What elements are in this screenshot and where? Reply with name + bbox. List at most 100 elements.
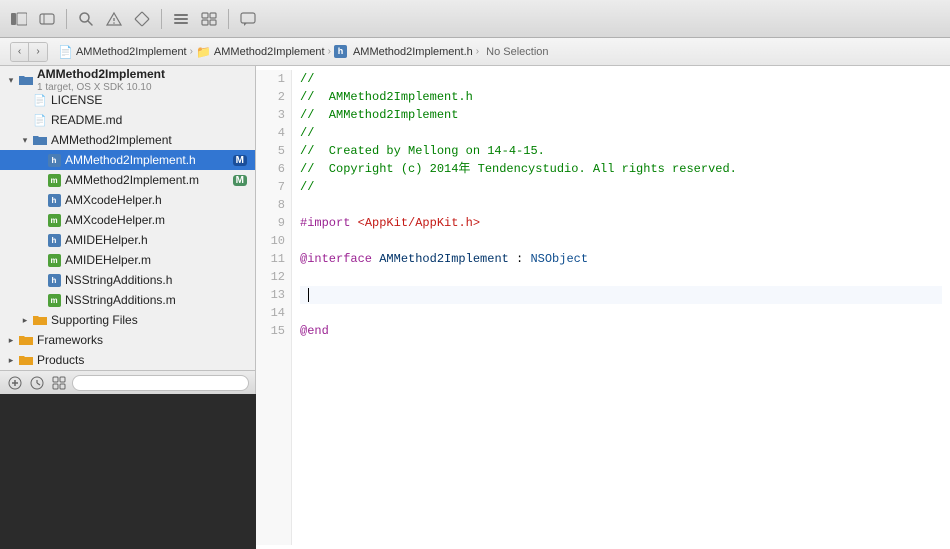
- AMMethod2Implement-h-icon: h: [46, 152, 62, 168]
- code-line-1: //: [300, 70, 942, 88]
- Products-icon: [18, 352, 34, 368]
- sidebar-search-input[interactable]: [72, 375, 249, 391]
- Frameworks-arrow: [4, 333, 18, 347]
- sidebar-item-AMIDEHelper-h[interactable]: h AMIDEHelper.h: [0, 230, 255, 250]
- project-navigator: AMMethod2Implement 1 target, OS X SDK 10…: [0, 66, 256, 370]
- find-button[interactable]: [75, 8, 97, 30]
- toolbar-separator-3: [228, 9, 229, 29]
- breadcrumb-item-root[interactable]: 📄 AMMethod2Implement: [58, 45, 187, 59]
- breadcrumb-group-label: AMMethod2Implement: [214, 46, 325, 58]
- main-area: AMMethod2Implement 1 target, OS X SDK 10…: [0, 66, 950, 549]
- NSStringAdditions-h-icon: h: [46, 272, 62, 288]
- breadcrumb-file-label: AMMethod2Implement.h: [353, 46, 473, 58]
- toolbar-separator-2: [161, 9, 162, 29]
- sidebar-item-AMMethod2Implement-m[interactable]: m AMMethod2Implement.m M: [0, 170, 255, 190]
- sidebar-grid-button[interactable]: [50, 374, 68, 392]
- breadcrumb-back-button[interactable]: ‹: [11, 43, 29, 61]
- sidebar-item-NSStringAdditions-m[interactable]: m NSStringAdditions.m: [0, 290, 255, 310]
- code-editor[interactable]: 1 2 3 4 5 6 7 8 9 10 11 12 13 14 15 // /…: [256, 66, 950, 549]
- AMMethod2Implement-m-arrow: [32, 173, 46, 187]
- breadcrumb-sep-3: ›: [476, 46, 479, 57]
- breadcrumb-no-selection: No Selection: [486, 46, 548, 58]
- sidebar-item-SupportingFiles[interactable]: Supporting Files: [0, 310, 255, 330]
- code-content[interactable]: // // AMMethod2Implement.h // AMMethod2I…: [292, 70, 950, 545]
- AMXcodeHelper-m-label: AMXcodeHelper.m: [65, 213, 247, 227]
- Products-arrow: [4, 353, 18, 367]
- sidebar-item-group[interactable]: AMMethod2Implement: [0, 130, 255, 150]
- breadcrumb-bar: ‹ › 📄 AMMethod2Implement › 📁 AMMethod2Im…: [0, 38, 950, 66]
- sidebar-item-Frameworks[interactable]: Frameworks: [0, 330, 255, 350]
- hide-navigator-button[interactable]: [8, 8, 30, 30]
- line-numbers: 1 2 3 4 5 6 7 8 9 10 11 12 13 14 15: [256, 70, 292, 545]
- Frameworks-icon: [18, 332, 34, 348]
- toolbar-separator-1: [66, 9, 67, 29]
- group-arrow: [18, 133, 32, 147]
- line-num-10: 10: [260, 232, 285, 250]
- sidebar-item-NSStringAdditions-h[interactable]: h NSStringAdditions.h: [0, 270, 255, 290]
- root-arrow: [4, 73, 18, 87]
- sidebar-add-button[interactable]: [6, 374, 24, 392]
- shape-button[interactable]: [198, 8, 220, 30]
- sidebar-item-Products[interactable]: Products: [0, 350, 255, 370]
- sidebar-root-item[interactable]: AMMethod2Implement 1 target, OS X SDK 10…: [0, 70, 255, 90]
- build-button[interactable]: [131, 8, 153, 30]
- code-area: 1 2 3 4 5 6 7 8 9 10 11 12 13 14 15 // /…: [256, 66, 950, 549]
- AMIDEHelper-m-icon: m: [46, 252, 62, 268]
- LICENSE-label: LICENSE: [51, 93, 247, 107]
- sidebar-root-label: AMMethod2Implement: [37, 67, 247, 81]
- code-line-9: #import <AppKit/AppKit.h>: [300, 214, 942, 232]
- README-arrow: [18, 113, 32, 127]
- Products-label: Products: [37, 353, 247, 367]
- sidebar-item-AMXcodeHelper-h[interactable]: h AMXcodeHelper.h: [0, 190, 255, 210]
- comment-button[interactable]: [237, 8, 259, 30]
- toolbar: [0, 0, 950, 38]
- NSStringAdditions-m-label: NSStringAdditions.m: [65, 293, 247, 307]
- list-view-button[interactable]: [170, 8, 192, 30]
- code-line-10: [300, 232, 942, 250]
- breadcrumb-h-badge: h: [334, 45, 347, 58]
- code-line-6: // Copyright (c) 2014年 Tendencystudio. A…: [300, 160, 942, 178]
- breadcrumb-sep-2: ›: [328, 46, 331, 57]
- line-num-11: 11: [260, 250, 285, 268]
- line-num-15: 15: [260, 322, 285, 340]
- line-num-7: 7: [260, 178, 285, 196]
- sidebar-item-AMXcodeHelper-m[interactable]: m AMXcodeHelper.m: [0, 210, 255, 230]
- code-line-15: @end: [300, 322, 942, 340]
- AMXcodeHelper-m-icon: m: [46, 212, 62, 228]
- breadcrumb-path: 📄 AMMethod2Implement › 📁 AMMethod2Implem…: [58, 45, 549, 59]
- toggle-breakpoint-button[interactable]: [36, 8, 58, 30]
- AMMethod2Implement-m-badge: M: [233, 175, 247, 186]
- SupportingFiles-arrow: [18, 313, 32, 327]
- line-num-5: 5: [260, 142, 285, 160]
- README-icon: 📄: [32, 112, 48, 128]
- sidebar-item-AMMethod2Implement-h[interactable]: h AMMethod2Implement.h M: [0, 150, 255, 170]
- breadcrumb-forward-button[interactable]: ›: [29, 43, 47, 61]
- NSStringAdditions-h-label: NSStringAdditions.h: [65, 273, 247, 287]
- code-line-14: [300, 304, 942, 322]
- code-line-13: [300, 286, 942, 304]
- sidebar-item-README[interactable]: 📄 README.md: [0, 110, 255, 130]
- breadcrumb-root-label: AMMethod2Implement: [76, 46, 187, 58]
- sidebar-root-sublabel: 1 target, OS X SDK 10.10: [37, 82, 247, 93]
- breadcrumb-item-group[interactable]: 📁 AMMethod2Implement: [196, 45, 325, 59]
- code-line-11: @interface AMMethod2Implement : NSObject: [300, 250, 942, 268]
- sidebar-item-AMIDEHelper-m[interactable]: m AMIDEHelper.m: [0, 250, 255, 270]
- AMIDEHelper-h-icon: h: [46, 232, 62, 248]
- code-line-5: // Created by Mellong on 14-4-15.: [300, 142, 942, 160]
- warning-button[interactable]: [103, 8, 125, 30]
- breadcrumb-item-file[interactable]: h AMMethod2Implement.h: [334, 45, 473, 58]
- sidebar-item-LICENSE[interactable]: 📄 LICENSE: [0, 90, 255, 110]
- line-num-1: 1: [260, 70, 285, 88]
- sidebar-clock-button[interactable]: [28, 374, 46, 392]
- SupportingFiles-icon: [32, 312, 48, 328]
- LICENSE-arrow: [18, 93, 32, 107]
- line-num-8: 8: [260, 196, 285, 214]
- AMMethod2Implement-h-arrow: [32, 153, 46, 167]
- AMIDEHelper-h-arrow: [32, 233, 46, 247]
- sidebar-bottom-bar: [0, 370, 256, 394]
- AMXcodeHelper-h-label: AMXcodeHelper.h: [65, 193, 247, 207]
- AMXcodeHelper-m-arrow: [32, 213, 46, 227]
- NSStringAdditions-h-arrow: [32, 273, 46, 287]
- NSStringAdditions-m-icon: m: [46, 292, 62, 308]
- AMIDEHelper-m-label: AMIDEHelper.m: [65, 253, 247, 267]
